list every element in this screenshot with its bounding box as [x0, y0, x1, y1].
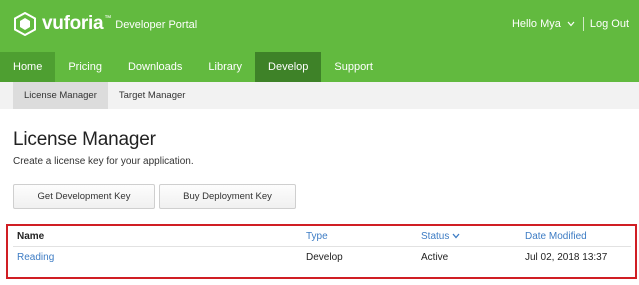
- vuforia-logo[interactable]: vuforia ™ Developer Portal: [14, 12, 197, 36]
- sub-nav: License Manager Target Manager: [0, 82, 639, 109]
- table-row: Reading Develop Active Jul 02, 2018 13:3…: [13, 252, 631, 268]
- portal-label: Developer Portal: [115, 19, 198, 31]
- get-development-key-button[interactable]: Get Development Key: [13, 184, 155, 209]
- buy-deployment-key-button[interactable]: Buy Deployment Key: [159, 184, 296, 209]
- license-name-link[interactable]: Reading: [17, 252, 54, 263]
- chevron-down-icon[interactable]: [567, 18, 575, 30]
- column-header-name: Name: [17, 231, 45, 242]
- tab-target-manager[interactable]: Target Manager: [108, 82, 197, 109]
- table-header-row: Name Type Status Date Modified: [13, 231, 631, 247]
- column-header-date-modified[interactable]: Date Modified: [525, 231, 587, 242]
- page-title: License Manager: [13, 129, 156, 150]
- column-header-status[interactable]: Status: [421, 231, 449, 242]
- column-header-status-wrap[interactable]: Status: [421, 231, 460, 242]
- column-header-type[interactable]: Type: [306, 231, 328, 242]
- top-header: vuforia ™ Developer Portal Hello Mya Log …: [0, 0, 639, 52]
- license-status: Active: [421, 252, 449, 263]
- user-menu[interactable]: Hello Mya: [512, 18, 561, 30]
- license-table: Name Type Status Date Modified Reading D…: [6, 224, 637, 279]
- sort-chevron-down-icon[interactable]: [452, 231, 460, 242]
- nav-item-library[interactable]: Library: [195, 52, 255, 82]
- header-divider: [582, 17, 584, 31]
- nav-item-support[interactable]: Support: [321, 52, 386, 82]
- tab-license-manager[interactable]: License Manager: [13, 82, 108, 109]
- brand-trademark: ™: [104, 14, 112, 22]
- license-date-modified: Jul 02, 2018 13:37: [525, 252, 608, 263]
- user-area: Hello Mya Log Out: [512, 17, 629, 31]
- nav-item-develop[interactable]: Develop: [255, 52, 322, 82]
- nav-item-pricing[interactable]: Pricing: [55, 52, 115, 82]
- brand-name: vuforia: [42, 13, 104, 34]
- nav-item-home[interactable]: Home: [0, 52, 56, 82]
- logout-link[interactable]: Log Out: [590, 18, 629, 30]
- license-type: Develop: [306, 252, 343, 263]
- page-description: Create a license key for your applicatio…: [13, 156, 194, 167]
- nav-item-downloads[interactable]: Downloads: [115, 52, 195, 82]
- vuforia-logo-icon: [14, 12, 36, 36]
- main-nav: Home Pricing Downloads Library Develop S…: [0, 52, 639, 82]
